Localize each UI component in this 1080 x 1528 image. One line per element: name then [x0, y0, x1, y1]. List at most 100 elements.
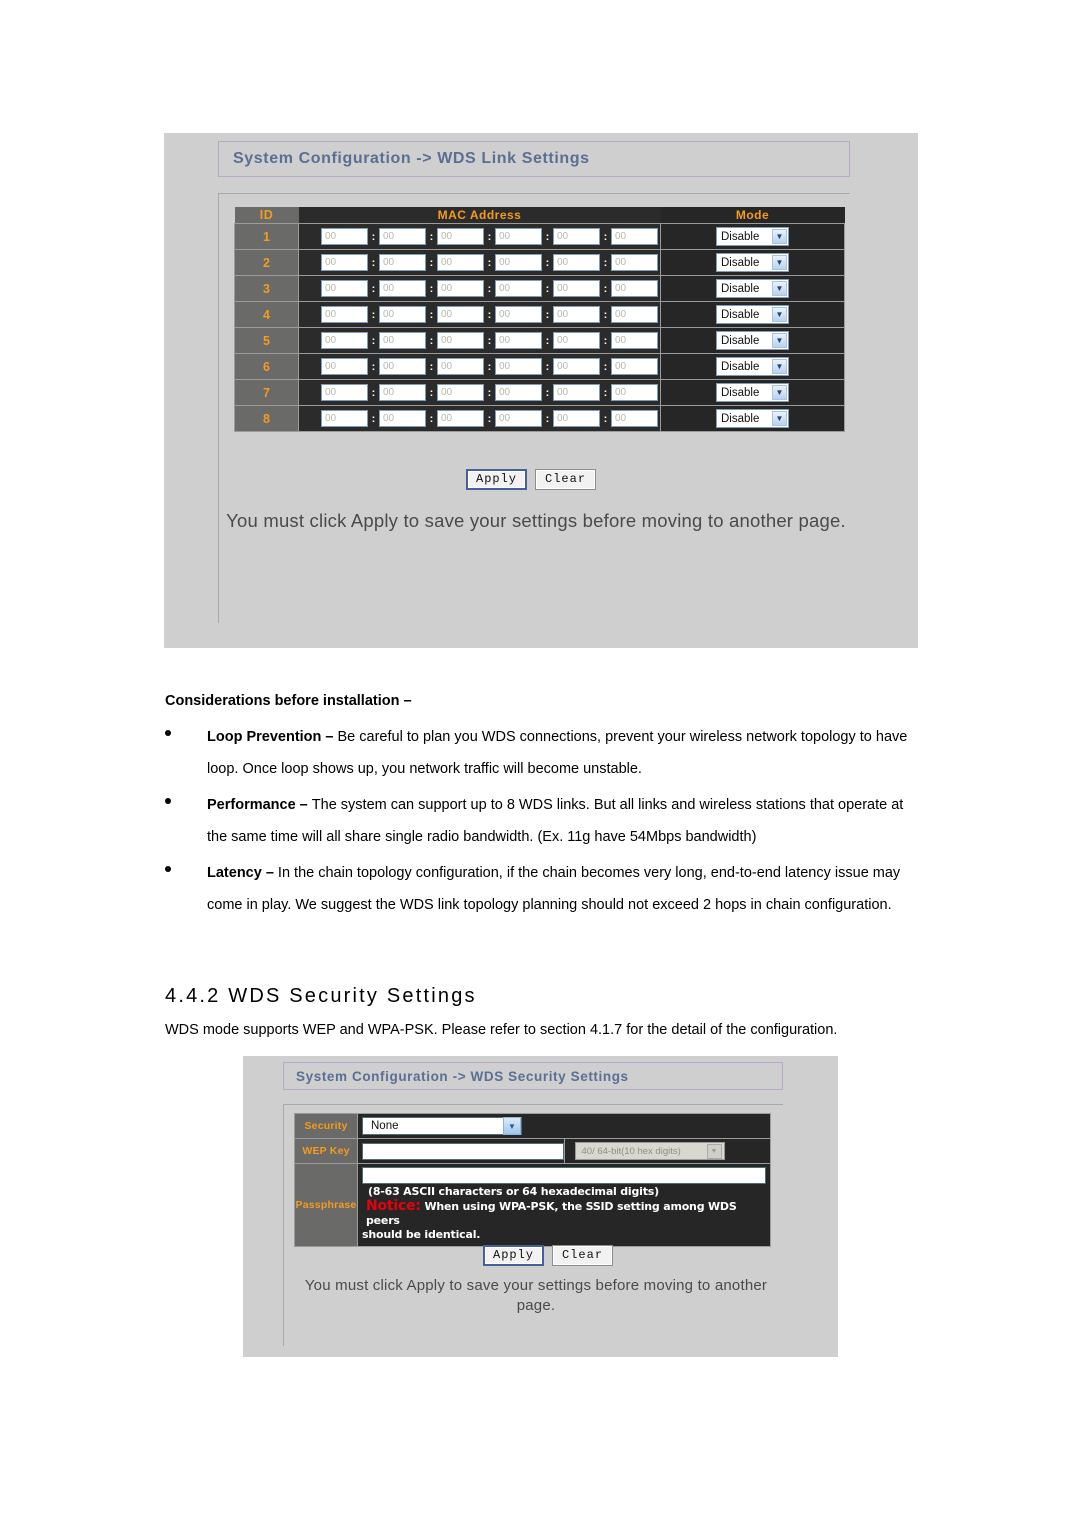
mac-octet-input[interactable]: 00	[379, 358, 426, 375]
mac-octet-input[interactable]: 00	[495, 358, 542, 375]
mac-octet-input[interactable]: 00	[437, 228, 484, 245]
mode-select[interactable]: Disable ▼	[716, 383, 789, 403]
mode-cell: Disable ▼	[660, 301, 845, 328]
mac-octet-input[interactable]: 00	[321, 358, 368, 375]
mac-octet-input[interactable]: 00	[611, 384, 658, 401]
clear-button[interactable]: Clear	[535, 469, 597, 490]
mac-octet-input[interactable]: 00	[379, 410, 426, 427]
passphrase-row: Passphrase (8-63 ASCII characters or 64 …	[294, 1162, 771, 1248]
list-item-text: Latency – In the chain topology configur…	[207, 857, 920, 921]
notice-word: Notice:	[366, 1198, 421, 1214]
security-label: Security	[294, 1113, 358, 1139]
mac-separator: :	[487, 282, 492, 295]
mac-octet-input[interactable]: 00	[437, 280, 484, 297]
mac-octet-input[interactable]: 00	[437, 384, 484, 401]
mac-separator: :	[603, 386, 608, 399]
mac-octet-input[interactable]: 00	[495, 280, 542, 297]
mac-octet-input[interactable]: 00	[553, 332, 600, 349]
mac-octet-input[interactable]: 00	[611, 332, 658, 349]
mac-separator: :	[603, 360, 608, 373]
mac-octet-input[interactable]: 00	[553, 410, 600, 427]
mac-octet-input[interactable]: 00	[379, 384, 426, 401]
mac-octet-input[interactable]: 00	[321, 332, 368, 349]
passphrase-input[interactable]	[362, 1167, 766, 1184]
mode-select[interactable]: Disable ▼	[716, 279, 789, 299]
mac-address-cell: 00:00:00:00:00:00	[298, 249, 661, 276]
mac-octet-input[interactable]: 00	[321, 306, 368, 323]
security-select[interactable]: None ▼	[362, 1117, 522, 1135]
mac-octet-input[interactable]: 00	[553, 228, 600, 245]
wepkey-size-select[interactable]: 40/ 64-bit(10 hex digits) ▼	[574, 1142, 725, 1160]
mode-select[interactable]: Disable ▼	[716, 305, 789, 325]
mac-separator: :	[603, 230, 608, 243]
table-row: 7 00:00:00:00:00:00 Disable ▼	[234, 379, 845, 406]
mode-select-value: Disable	[721, 334, 760, 347]
mac-octet-input[interactable]: 00	[379, 332, 426, 349]
wepkey-input[interactable]	[362, 1142, 564, 1160]
mac-octet-input[interactable]: 00	[437, 332, 484, 349]
mac-octet-input[interactable]: 00	[379, 280, 426, 297]
mac-octet-input[interactable]: 00	[437, 254, 484, 271]
wds-security-settings-screenshot: System Configuration -> WDS Security Set…	[243, 1056, 838, 1357]
mac-octet-input[interactable]: 00	[553, 384, 600, 401]
mac-octet-input[interactable]: 00	[553, 254, 600, 271]
wds-link-table: ID MAC Address Mode 1 00:00:00:00:00:00 Di…	[234, 207, 845, 432]
row-id: 5	[234, 327, 299, 354]
mode-cell: Disable ▼	[660, 249, 845, 276]
mac-octet-input[interactable]: 00	[611, 358, 658, 375]
mac-octet-input[interactable]: 00	[495, 332, 542, 349]
panel1-button-row: Apply Clear	[466, 469, 597, 490]
row-id: 7	[234, 379, 299, 406]
mode-cell: Disable ▼	[660, 327, 845, 354]
mac-address-cell: 00:00:00:00:00:00	[298, 379, 661, 406]
mac-octet-input[interactable]: 00	[437, 358, 484, 375]
mac-octet-input[interactable]: 00	[495, 254, 542, 271]
mac-address-cell: 00:00:00:00:00:00	[298, 301, 661, 328]
mac-octet-input[interactable]: 00	[321, 410, 368, 427]
mac-octet-input[interactable]: 00	[553, 306, 600, 323]
mac-octet-input[interactable]: 00	[611, 280, 658, 297]
mode-select[interactable]: Disable ▼	[716, 409, 789, 429]
clear-button-2[interactable]: Clear	[552, 1245, 614, 1266]
mode-select[interactable]: Disable ▼	[716, 357, 789, 377]
wepkey-label: WEP Key	[294, 1138, 358, 1164]
mode-select[interactable]: Disable ▼	[716, 331, 789, 351]
mac-octet-input[interactable]: 00	[321, 254, 368, 271]
apply-button-2[interactable]: Apply	[483, 1245, 545, 1266]
notice-line-1: Notice: When using WPA-PSK, the SSID set…	[362, 1198, 766, 1229]
mac-octet-input[interactable]: 00	[379, 254, 426, 271]
mac-octet-input[interactable]: 00	[495, 384, 542, 401]
chevron-down-icon: ▼	[772, 229, 787, 245]
mac-octet-input[interactable]: 00	[321, 384, 368, 401]
mac-octet-input[interactable]: 00	[611, 228, 658, 245]
mac-separator: :	[371, 412, 376, 425]
mac-octet-input[interactable]: 00	[379, 228, 426, 245]
mac-octet-input[interactable]: 00	[495, 410, 542, 427]
mac-separator: :	[429, 412, 434, 425]
mac-octet-input[interactable]: 00	[495, 306, 542, 323]
mac-octet-input[interactable]: 00	[379, 306, 426, 323]
mac-separator: :	[545, 282, 550, 295]
mac-separator: :	[603, 412, 608, 425]
chevron-down-icon: ▼	[772, 255, 787, 271]
mac-octet-input[interactable]: 00	[611, 254, 658, 271]
mac-octet-input[interactable]: 00	[321, 228, 368, 245]
mac-octet-input[interactable]: 00	[553, 358, 600, 375]
mac-octet-input[interactable]: 00	[437, 410, 484, 427]
mac-octet-input[interactable]: 00	[321, 280, 368, 297]
list-item-term: Latency –	[207, 865, 278, 881]
apply-button[interactable]: Apply	[466, 469, 528, 490]
mac-separator: :	[487, 334, 492, 347]
mac-octet-input[interactable]: 00	[437, 306, 484, 323]
mac-octet-input[interactable]: 00	[553, 280, 600, 297]
mode-select[interactable]: Disable ▼	[716, 253, 789, 273]
mac-separator: :	[429, 386, 434, 399]
list-item: Latency – In the chain topology configur…	[165, 857, 920, 921]
mac-octet-input[interactable]: 00	[495, 228, 542, 245]
mac-separator: :	[545, 334, 550, 347]
mac-octet-input[interactable]: 00	[611, 306, 658, 323]
mode-select[interactable]: Disable ▼	[716, 227, 789, 247]
mac-address-cell: 00:00:00:00:00:00	[298, 405, 661, 432]
mac-octet-input[interactable]: 00	[611, 410, 658, 427]
considerations-heading: Considerations before installation –	[165, 693, 412, 709]
